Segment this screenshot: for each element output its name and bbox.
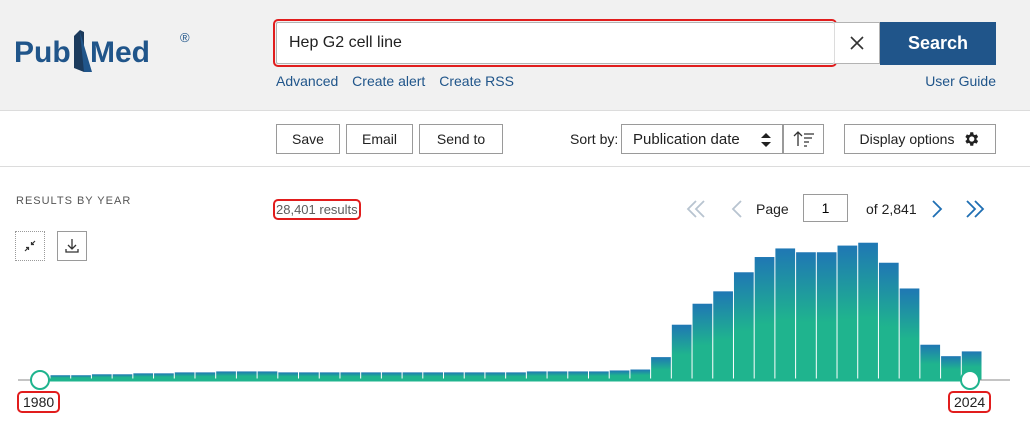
svg-text:®: ® <box>180 30 190 45</box>
range-start-handle[interactable] <box>30 370 50 390</box>
sort-by-select[interactable]: Publication date <box>621 124 783 154</box>
histogram-bar-2023[interactable] <box>941 356 961 380</box>
histogram-bar-2018[interactable] <box>837 245 858 380</box>
create-alert-link[interactable]: Create alert <box>352 73 425 89</box>
next-page-button[interactable] <box>925 198 949 220</box>
search-button[interactable]: Search <box>880 22 996 65</box>
start-year-label: 1980 <box>16 391 61 413</box>
results-by-year-histogram[interactable] <box>0 230 1030 431</box>
previous-page-button[interactable] <box>725 198 749 220</box>
double-chevron-left-icon <box>686 200 705 218</box>
user-guide-link[interactable]: User Guide <box>925 73 996 89</box>
histogram-bar-2015[interactable] <box>775 248 796 380</box>
histogram-bar-2012[interactable] <box>713 291 733 380</box>
toolbar-divider <box>0 166 1030 167</box>
results-count: 28,401 results <box>273 199 361 220</box>
histogram-bar-2019[interactable] <box>858 242 878 380</box>
chevron-left-icon <box>731 200 742 218</box>
total-pages-label: of 2,841 <box>866 201 917 217</box>
end-year-label: 2024 <box>947 391 992 413</box>
clear-search-button[interactable] <box>834 22 880 64</box>
gear-icon <box>965 132 979 146</box>
histogram-bar-2008[interactable] <box>630 369 651 380</box>
chevron-right-icon <box>932 200 943 218</box>
results-by-year-label: RESULTS BY YEAR <box>16 195 132 207</box>
pubmed-logo[interactable]: Pub Med ® <box>14 22 204 82</box>
svg-text:Med: Med <box>90 36 150 69</box>
histogram-bar-2014[interactable] <box>754 257 775 380</box>
range-end-handle[interactable] <box>960 370 980 390</box>
histogram-bar-2016[interactable] <box>796 252 816 380</box>
histogram-bar-2009[interactable] <box>651 357 671 380</box>
histogram-bar-2021[interactable] <box>899 288 920 380</box>
histogram-bar-2010[interactable] <box>671 324 692 380</box>
search-input-box[interactable] <box>273 19 837 67</box>
close-icon <box>850 36 864 50</box>
save-button[interactable]: Save <box>276 124 340 154</box>
send-to-button[interactable]: Send to <box>419 124 503 154</box>
sort-order-icon <box>793 131 814 147</box>
advanced-link[interactable]: Advanced <box>276 73 338 89</box>
search-sublinks: Advanced Create alert Create RSS <box>276 73 524 89</box>
search-input[interactable] <box>277 23 834 63</box>
histogram-bar-2022[interactable] <box>920 344 941 380</box>
sort-order-button[interactable] <box>783 124 824 154</box>
select-arrows-icon <box>761 133 771 147</box>
email-button[interactable]: Email <box>346 124 413 154</box>
display-options-label: Display options <box>859 131 955 147</box>
histogram-bar-2020[interactable] <box>878 262 899 380</box>
svg-text:Pub: Pub <box>14 36 71 69</box>
page-label: Page <box>756 201 789 217</box>
last-page-button[interactable] <box>963 198 987 220</box>
sort-by-value: Publication date <box>633 130 740 148</box>
header-bar: Pub Med ® Search Advanced Create alert C… <box>0 0 1030 111</box>
double-chevron-right-icon <box>966 200 985 218</box>
first-page-button[interactable] <box>684 198 708 220</box>
display-options-button[interactable]: Display options <box>844 124 996 154</box>
create-rss-link[interactable]: Create RSS <box>439 73 514 89</box>
page-number-input[interactable] <box>803 194 848 222</box>
histogram-bar-2013[interactable] <box>733 272 754 380</box>
histogram-bar-2011[interactable] <box>692 303 713 380</box>
sort-by-label: Sort by: <box>570 131 619 147</box>
histogram-bar-2017[interactable] <box>816 252 837 380</box>
